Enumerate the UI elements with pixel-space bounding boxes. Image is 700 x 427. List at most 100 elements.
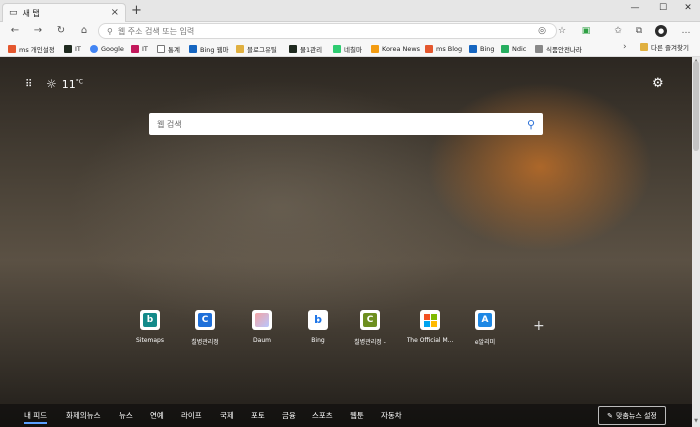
maximize-button[interactable]: ☐ — [652, 1, 674, 15]
more-menu-icon[interactable]: … — [680, 25, 692, 37]
add-quick-link-button[interactable]: + — [533, 319, 545, 333]
new-tab-page-icon: ▭ — [9, 8, 18, 18]
tile-favicon — [252, 310, 272, 330]
feed-tab-auto[interactable]: 자동차 — [381, 410, 402, 421]
feed-tab-news[interactable]: 뉴스 — [119, 410, 133, 421]
other-favorites[interactable]: 다른 즐겨찾기 — [640, 42, 689, 52]
gear-icon[interactable]: ⚙ — [652, 76, 664, 91]
bookmark-item[interactable]: 블로그유틸 — [236, 42, 277, 55]
bookmark-item[interactable]: 물1관리 — [289, 42, 322, 55]
bookmark-item[interactable]: Bing 웹마 — [189, 42, 229, 55]
bookmark-label: Bing — [480, 44, 495, 53]
news-feed-nav: 내 피드 화제의뉴스 뉴스 연예 라이프 국제 포토 금융 스포츠 웹툰 자동차… — [0, 404, 692, 427]
bookmark-favicon-icon — [131, 44, 139, 53]
folder-icon — [236, 44, 244, 53]
bookmark-label: ms Blog — [436, 44, 463, 53]
feed-tab-photo[interactable]: 포토 — [251, 410, 265, 421]
web-search-box[interactable]: 웹 검색 ⚲ — [149, 113, 543, 135]
scroll-down-icon[interactable]: ▼ — [693, 418, 699, 424]
apps-grid-icon[interactable]: ⠿ — [25, 80, 35, 90]
bookmark-favicon-icon — [425, 44, 433, 53]
bookmark-favicon-icon — [535, 44, 543, 53]
favorites-icon[interactable]: ✩ — [612, 25, 624, 37]
search-input[interactable]: 웹 검색 — [157, 119, 527, 130]
home-icon[interactable]: ⌂ — [77, 24, 91, 38]
quick-link-tile[interactable]: C 칠병관리정 - — [340, 310, 400, 346]
bing-icon: b — [311, 313, 325, 327]
bing-icon — [469, 44, 477, 53]
search-icon[interactable]: ⚲ — [527, 118, 535, 131]
quick-link-tile[interactable]: b Bing — [288, 310, 348, 344]
feed-tab-trending[interactable]: 화제의뉴스 — [66, 410, 101, 421]
bookmark-label: Bing 웹마 — [200, 45, 229, 54]
bookmark-item[interactable]: Google — [90, 42, 124, 55]
personalize-news-button[interactable]: ✎ 맞춤뉴스 설정 — [598, 406, 666, 425]
feed-tab-life[interactable]: 라이프 — [181, 410, 202, 421]
quick-link-tile[interactable]: Daum — [232, 310, 292, 344]
bookmark-label: ms 개인설정 — [19, 45, 55, 54]
feed-tab-sports[interactable]: 스포츠 — [312, 410, 333, 421]
bookmark-item[interactable]: Bing — [469, 42, 495, 55]
tile-label: 칠병관리정 - — [354, 339, 386, 346]
feed-tab-finance[interactable]: 금융 — [282, 410, 296, 421]
bookmark-favicon-icon — [8, 44, 16, 53]
feed-tab-my-feed[interactable]: 내 피드 — [24, 410, 48, 424]
close-window-button[interactable]: ✕ — [677, 1, 699, 15]
bookmark-label: 블로그유틸 — [247, 45, 277, 54]
bookmark-label: IT — [75, 44, 81, 53]
tab-close-icon[interactable]: × — [111, 8, 119, 18]
bookmark-label: 다른 즐겨찾기 — [651, 44, 689, 52]
e-alimi-icon: A — [478, 313, 492, 327]
extension-icon[interactable]: ▣ — [580, 25, 592, 37]
avatar[interactable]: ● — [655, 25, 667, 37]
feed-tab-world[interactable]: 국제 — [220, 410, 234, 421]
tile-label: 칠병관리정 — [191, 339, 219, 346]
folder-icon — [640, 43, 648, 51]
weather-temperature: 11°C — [62, 78, 83, 91]
bookmark-item[interactable]: ms Blog — [425, 42, 462, 55]
refresh-icon[interactable]: ↻ — [54, 24, 68, 38]
favorite-star-icon[interactable]: ☆ — [556, 25, 568, 37]
forward-icon[interactable]: → — [31, 24, 45, 38]
new-tab-button[interactable]: + — [131, 4, 142, 17]
tile-favicon: C — [195, 310, 215, 330]
bookmark-item[interactable]: ms 개인설정 — [8, 42, 55, 55]
address-bar[interactable]: ⚲ 웹 주소 검색 또는 입력 — [98, 23, 557, 39]
tab-new-tab[interactable]: ▭ 새 탭 × — [2, 3, 126, 22]
bookmark-label: 네칠마 — [344, 45, 362, 54]
bookmark-item[interactable]: IT — [131, 42, 148, 55]
collections-icon[interactable]: ⧉ — [633, 25, 645, 37]
feed-tab-webtoon[interactable]: 웹툰 — [350, 410, 364, 421]
bookmark-item[interactable]: 네칠마 — [333, 42, 362, 55]
bing-webmaster-icon: b — [143, 313, 157, 327]
back-icon[interactable]: ← — [8, 24, 22, 38]
bookmark-item[interactable]: Korea News — [371, 42, 420, 55]
scrollbar-thumb[interactable] — [693, 61, 699, 151]
weather-widget[interactable]: ☼ 11°C — [46, 77, 83, 91]
document-icon — [157, 44, 165, 53]
tab-strip: ▭ 새 탭 × + — ☐ ✕ — [0, 0, 700, 22]
quick-link-tile[interactable]: The Official M... — [400, 310, 460, 344]
minimize-button[interactable]: — — [624, 1, 646, 15]
tile-favicon: A — [475, 310, 495, 330]
personalize-news-label: 맞춤뉴스 설정 — [616, 411, 657, 420]
quick-link-tile[interactable]: b Sitemaps — [120, 310, 180, 344]
bookmark-favicon-icon — [501, 44, 509, 53]
bookmark-item[interactable]: Ndic — [501, 42, 526, 55]
tracking-prevention-icon[interactable]: ◎ — [536, 25, 548, 37]
weather-temp-value: 11 — [61, 77, 76, 91]
bookmark-item[interactable]: 통계 — [157, 42, 180, 55]
quick-link-tile[interactable]: A e알리미 — [455, 310, 515, 346]
bookmark-item[interactable]: 식품안전나라 — [535, 42, 582, 55]
address-placeholder: 웹 주소 검색 또는 입력 — [117, 26, 195, 36]
quick-link-tile[interactable]: C 칠병관리정 — [175, 310, 235, 346]
feed-tab-entertainment[interactable]: 연예 — [150, 410, 164, 421]
pencil-icon: ✎ — [607, 411, 613, 420]
bing-icon — [189, 44, 197, 53]
bookmark-item[interactable]: IT — [64, 42, 81, 55]
chevron-right-icon[interactable]: › — [623, 42, 627, 52]
microsoft-logo-icon — [423, 313, 437, 327]
bookmark-favicon-icon — [64, 44, 72, 53]
weather-unit: °C — [75, 77, 83, 85]
daum-icon — [255, 313, 269, 327]
